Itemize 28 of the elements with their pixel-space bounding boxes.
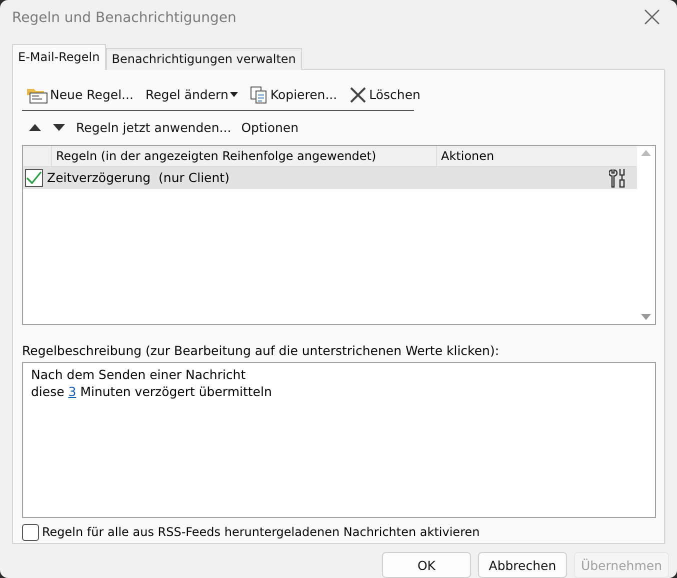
column-header[interactable]: Regeln (in der angezeigten Reihenfolge angewendet) [51,146,436,166]
action-button[interactable]: Regeln jetzt anwenden... [74,120,234,136]
value-link[interactable]: 3 [68,384,76,399]
copy-icon [250,86,268,104]
rss-checkbox[interactable] [22,524,39,541]
rule-name: Zeitverzögerung (nur Client) [47,170,230,186]
caret-icon [230,92,238,98]
column-header[interactable]: Aktionen [436,146,637,166]
dialog-button[interactable]: OK [382,552,471,578]
close-icon[interactable] [644,8,660,25]
rule-checkbox[interactable] [25,168,43,187]
toolbar-button[interactable]: Regel ändern [143,87,240,102]
rss-label: Regeln für alle aus RSS-Feeds heruntergeladenen Nachrichten aktivieren [42,525,480,540]
action-button[interactable]: Optionen [239,120,301,136]
description-label: Regelbeschreibung (zur Bearbeitung auf die unterstrichenen Werte klicken): [22,342,500,358]
toolbar-button[interactable]: Kopieren... [248,86,340,104]
toolbar-button[interactable]: Neue Regel... [24,86,136,104]
description-text: Nach dem Senden einer Nachricht [31,366,247,382]
description-text: diese 3 Minuten verzögert übermitteln [31,384,273,399]
delete-icon [349,86,368,104]
rule-row[interactable]: Zeitverzögerung (nur Client) [23,166,637,189]
window-title: Regeln und Benachrichtigungen [12,10,236,26]
dialog-button[interactable]: Abbrechen [478,552,567,578]
tab[interactable]: E-Mail-Regeln [12,44,106,70]
toolbar-button[interactable]: Löschen [347,86,422,104]
scroll-down-icon[interactable] [641,314,651,320]
tools-icon [609,168,627,188]
tab[interactable]: Benachrichtigungen verwalten [106,48,302,70]
